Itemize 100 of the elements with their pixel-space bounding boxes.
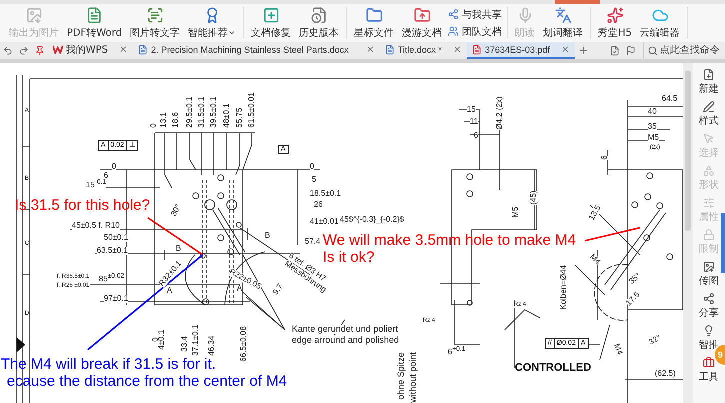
- dimension-label: Ø4.2 (2x): [496, 96, 504, 130]
- dimension-label: M5: [648, 134, 660, 142]
- sliders-icon: [703, 197, 715, 209]
- undo-icon: [3, 46, 13, 56]
- file-clock-icon: [310, 6, 328, 24]
- dimension-label: 55.75: [236, 108, 244, 128]
- dimension-label: 35: [648, 123, 657, 131]
- dimension-label: 63.5±0.1: [97, 247, 128, 255]
- dimension-label: 37.1±0.1: [192, 324, 200, 356]
- dimension-label: 6$^{+0.1}$: [448, 347, 466, 357]
- dimension-label: 41±0.01: [310, 218, 339, 226]
- file-icon: [610, 46, 620, 56]
- ribbon-button[interactable]: 星标文件: [352, 6, 396, 40]
- ribbon-button[interactable]: 团队文档: [448, 24, 502, 38]
- dimension-label: 5: [312, 176, 316, 184]
- document-tab[interactable]: 2. Precision Machining Stainless Steel Parts.docx: [133, 42, 380, 59]
- drawing-note: edge arround and polished: [292, 336, 400, 345]
- ribbon-button[interactable]: 秀堂H5: [596, 6, 634, 40]
- document-tab[interactable]: 我的WPS: [48, 42, 134, 59]
- dimension-label: (45): [530, 190, 538, 205]
- dimension-label: M4: [588, 253, 602, 267]
- dimension-label: 6: [104, 172, 108, 180]
- close-icon[interactable]: [119, 45, 128, 54]
- window-tab-strip: [555, 0, 600, 4]
- dimension-label: 18.6: [172, 112, 180, 128]
- dimension-label: 57.4: [305, 238, 321, 246]
- dimension-label: 4±0.1: [158, 330, 166, 350]
- scrollbar[interactable]: [683, 63, 693, 403]
- command-search-field[interactable]: 点此查找命令: [643, 42, 725, 59]
- dimension-label: 13.1: [160, 112, 168, 128]
- pointer-icon: [703, 133, 715, 145]
- drawing-note: without point: [409, 352, 418, 403]
- dimension-label: 50±0.1: [104, 234, 128, 242]
- image-export-icon: [26, 6, 42, 24]
- dimension-label: 15$^{-0.1}$: [86, 180, 106, 190]
- dimension-label: 6: [601, 156, 609, 160]
- image-upload-icon: [703, 261, 715, 273]
- ribbon-button[interactable]: 划词翻译: [541, 6, 586, 40]
- document-icon: [138, 44, 148, 54]
- search-icon: [648, 46, 658, 56]
- dimension-label: 61.5±0.01: [248, 92, 256, 128]
- users-icon: [448, 26, 460, 37]
- dimension-label: 39.5±0.1: [210, 96, 218, 128]
- dimension-label: 0: [112, 163, 116, 171]
- sparkles-icon: [606, 6, 624, 24]
- shapes-icon: [703, 165, 715, 177]
- dimension-label: 97±0.1: [104, 295, 128, 303]
- dimension-label: 40: [648, 108, 657, 116]
- side-tool-button[interactable]: 新建: [699, 69, 719, 96]
- dimension-label: 0: [150, 124, 158, 128]
- dimension-label: 6: [474, 132, 478, 140]
- dimension-label: A: [167, 287, 172, 295]
- pin-icon: [35, 46, 45, 56]
- close-icon[interactable]: [366, 45, 375, 54]
- ribbon-button[interactable]: PDF转Word: [65, 6, 124, 40]
- dimension-label: (62.5): [655, 370, 676, 378]
- pdf-file-icon: [472, 44, 482, 54]
- ribbon-button[interactable]: 图片转文字: [128, 6, 182, 40]
- ribbon-button[interactable]: 与我共享: [448, 8, 502, 22]
- stamp-text: CONTROLLED: [515, 362, 592, 374]
- dimension-label: 64.5: [662, 95, 678, 103]
- dimension-label: 85$^{±0.02}$: [99, 274, 125, 284]
- toolbox-icon: [703, 357, 715, 369]
- side-tool-button[interactable]: 分享: [699, 293, 719, 320]
- side-tool-button[interactable]: 样式: [699, 101, 719, 128]
- ribbon-button[interactable]: 漫游文档: [400, 6, 444, 40]
- panel-handle[interactable]: [721, 213, 725, 273]
- lightbulb-icon: [703, 325, 715, 337]
- dimension-label: 66.5±0.08: [240, 326, 248, 362]
- translate-icon: [554, 6, 572, 24]
- dimension-label: 46.34: [208, 336, 216, 356]
- dimension-label: B: [265, 232, 270, 240]
- dimension-label: 15: [467, 106, 476, 114]
- flag-icon: [626, 46, 636, 56]
- pen-icon: [703, 101, 715, 113]
- dimension-label: 0: [310, 163, 314, 171]
- scrollbar-thumb[interactable]: [685, 71, 691, 231]
- drawing-note: ohne Spitze: [397, 352, 406, 400]
- drawing-note: Kante gerundet und poliert: [292, 325, 398, 334]
- scan-text-icon: [146, 6, 164, 24]
- close-icon[interactable]: [453, 45, 462, 54]
- close-icon[interactable]: [561, 45, 570, 54]
- ribbon-button[interactable]: 云编辑器: [638, 6, 682, 40]
- folder-icon: [366, 6, 383, 24]
- side-tool-button[interactable]: 传图: [699, 261, 719, 288]
- dimension-label: B: [176, 245, 182, 253]
- dimension-label: 29.5±0.1: [186, 96, 194, 128]
- share-icon: [448, 9, 460, 20]
- ribbon-button[interactable]: 智能推荐: [186, 6, 238, 40]
- document-tab[interactable]: 37634ES-03.pdf: [467, 42, 576, 59]
- dimension-label: 33.4: [181, 336, 189, 352]
- square-plus-icon: [262, 6, 280, 24]
- dimension-label: Kolben=Ø44: [560, 265, 568, 310]
- folder-upload-icon: [414, 6, 431, 24]
- dimension-label: M4: [612, 343, 624, 356]
- document-tab[interactable]: Title.docx *: [380, 42, 468, 59]
- ribbon-button[interactable]: 历史版本: [297, 6, 342, 40]
- dimension-label: 48±0.1: [223, 104, 231, 128]
- ribbon-button[interactable]: 文档修复: [249, 6, 294, 40]
- redo-icon: [19, 46, 29, 56]
